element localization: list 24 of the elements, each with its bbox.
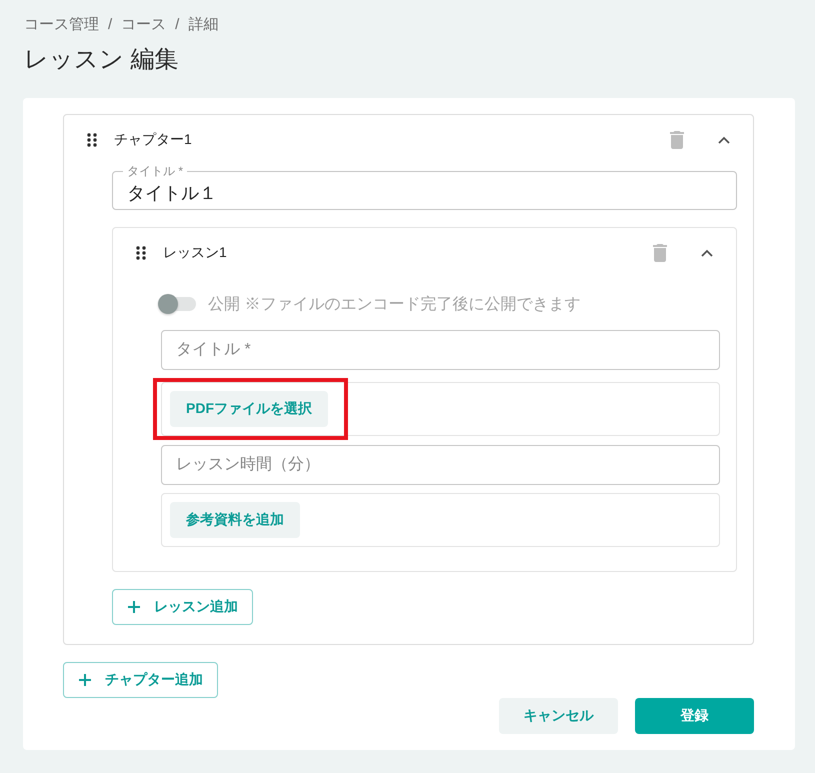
select-pdf-button[interactable]: PDFファイルを選択	[170, 391, 328, 427]
breadcrumb-current: 詳細	[188, 15, 218, 35]
breadcrumb-separator: /	[175, 15, 180, 35]
chevron-up-icon[interactable]	[718, 136, 730, 144]
breadcrumb-link[interactable]: コース管理	[24, 14, 99, 36]
chapter-title-field[interactable]: タイトル * タイトル１	[112, 165, 737, 210]
plus-icon	[79, 674, 91, 686]
drag-handle-icon[interactable]	[87, 133, 97, 147]
drag-handle-icon[interactable]	[136, 246, 146, 260]
lesson-title-input[interactable]: タイトル *	[161, 330, 720, 370]
submit-button[interactable]: 登録	[635, 698, 754, 734]
breadcrumb-link[interactable]: コース	[121, 14, 166, 36]
chapter-heading: チャプター1	[114, 131, 192, 149]
add-reference-button[interactable]: 参考資料を追加	[170, 502, 300, 538]
page-title: レッスン 編集	[24, 45, 180, 75]
add-lesson-button[interactable]: レッスン追加	[112, 589, 253, 625]
lesson-heading: レッスン1	[163, 244, 227, 262]
publish-label: 公開 ※ファイルのエンコード完了後に公開できます	[208, 294, 580, 314]
add-chapter-button[interactable]: チャプター追加	[63, 662, 218, 698]
chevron-up-icon[interactable]	[701, 249, 713, 257]
cancel-button[interactable]: キャンセル	[499, 698, 618, 734]
lesson-duration-input[interactable]: レッスン時間（分）	[161, 445, 720, 485]
plus-icon	[128, 601, 140, 613]
breadcrumb-separator: /	[108, 15, 112, 35]
